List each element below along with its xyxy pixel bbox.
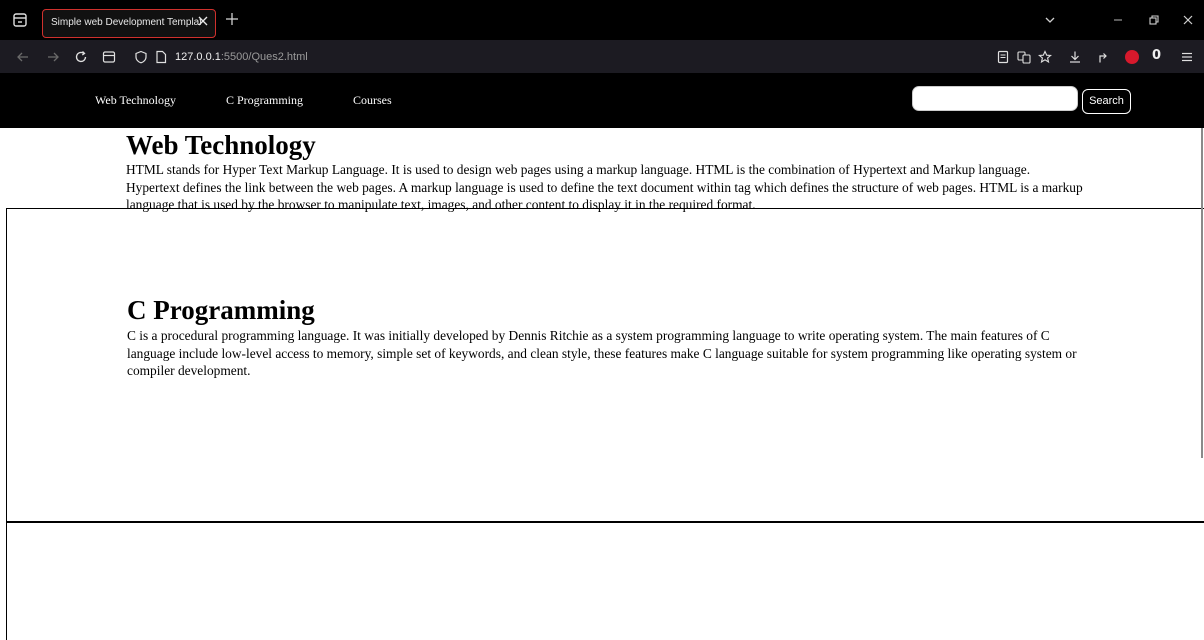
search-input[interactable]	[912, 86, 1078, 111]
minimize-icon[interactable]	[1112, 14, 1124, 26]
download-icon[interactable]	[1068, 50, 1082, 64]
restore-icon[interactable]	[1148, 14, 1160, 26]
section-c-programming: C Programming C is a procedural programm…	[6, 208, 1204, 523]
star-icon[interactable]	[1038, 50, 1052, 64]
window-close-icon[interactable]	[1182, 14, 1194, 26]
tab-strip: Simple web Development Template	[0, 0, 1204, 40]
reader-icon[interactable]	[996, 50, 1010, 64]
translate-icon[interactable]	[1017, 50, 1031, 64]
shield-icon[interactable]	[134, 50, 148, 64]
section-paragraph: C is a procedural programming language. …	[127, 328, 1077, 378]
navigation-toolbar: 127.0.0.1:5500/Ques2.html 0	[0, 40, 1204, 73]
url-path: :5500/Ques2.html	[220, 51, 308, 63]
search-button[interactable]: Search	[1082, 89, 1131, 114]
site-navbar: Web Technology C Programming Courses Sea…	[0, 73, 1204, 128]
close-icon[interactable]	[197, 15, 209, 27]
url-field[interactable]: 127.0.0.1:5500/Ques2.html	[175, 51, 308, 63]
nav-link-courses[interactable]: Courses	[353, 93, 392, 108]
section-heading: Web Technology	[126, 130, 316, 160]
sidebar-icon[interactable]	[102, 50, 116, 64]
active-tab[interactable]: Simple web Development Template	[42, 9, 216, 38]
section-empty	[6, 523, 1204, 640]
nav-link-web-technology[interactable]: Web Technology	[95, 93, 176, 108]
page-icon[interactable]	[154, 50, 168, 64]
share-icon[interactable]	[1096, 50, 1110, 64]
section-paragraph: HTML stands for Hyper Text Markup Langua…	[126, 162, 1083, 212]
url-host: 127.0.0.1	[175, 51, 221, 63]
section-web-technology: Web Technology HTML stands for Hyper Tex…	[0, 128, 1204, 212]
plus-icon[interactable]	[225, 12, 239, 26]
menu-icon[interactable]	[1180, 50, 1194, 64]
reload-icon[interactable]	[74, 50, 88, 64]
chevron-down-icon[interactable]	[1044, 14, 1056, 26]
tab-title: Simple web Development Template	[51, 17, 201, 28]
back-icon[interactable]	[16, 50, 30, 64]
nav-link-c-programming[interactable]: C Programming	[226, 93, 303, 108]
scrollbar[interactable]	[1201, 128, 1203, 458]
forward-icon[interactable]	[46, 50, 60, 64]
section-heading: C Programming	[127, 295, 315, 325]
badge-count[interactable]: 0	[1152, 48, 1161, 63]
extension-icon[interactable]	[1125, 50, 1139, 64]
tab-list-icon[interactable]	[12, 12, 28, 28]
